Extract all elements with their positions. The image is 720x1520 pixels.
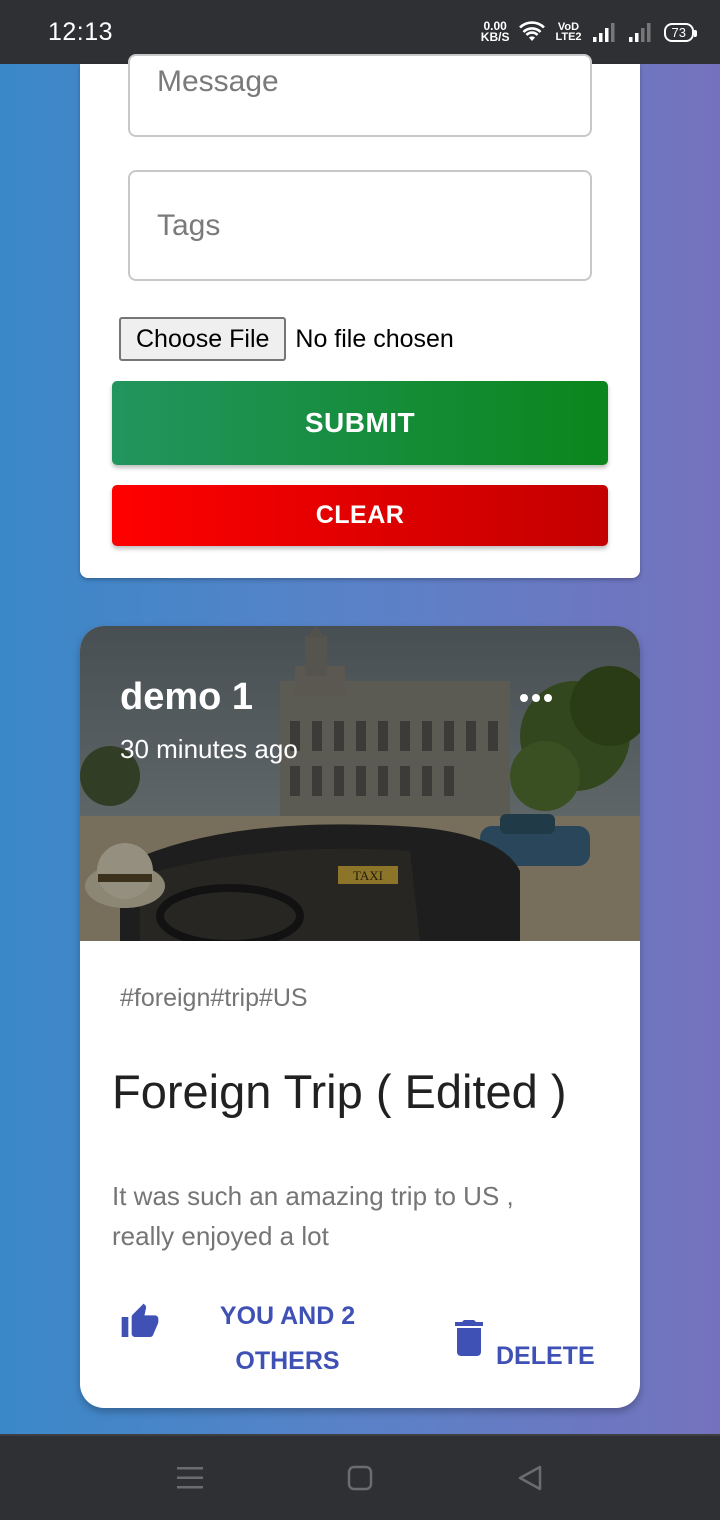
- clear-button[interactable]: CLEAR: [112, 485, 608, 546]
- menu-icon[interactable]: [175, 1463, 205, 1493]
- post-time: 30 minutes ago: [120, 734, 298, 764]
- home-icon[interactable]: [345, 1463, 375, 1493]
- back-icon[interactable]: [515, 1463, 545, 1493]
- message-field[interactable]: Message: [128, 54, 592, 137]
- more-options-icon[interactable]: [516, 686, 556, 710]
- delete-label[interactable]: DELETE: [496, 1342, 595, 1371]
- like-label-line1: YOU AND 2: [219, 1302, 356, 1330]
- battery-level: 73: [671, 24, 686, 40]
- thumb-up-icon: [121, 1303, 159, 1337]
- more-dot: [544, 694, 552, 702]
- message-placeholder: Message: [157, 65, 279, 98]
- tags-placeholder: Tags: [157, 208, 221, 242]
- post-title: Foreign Trip ( Edited ): [112, 1065, 567, 1118]
- battery-icon: 73: [663, 22, 698, 42]
- post-form: Message Tags Choose File No file chosen …: [80, 54, 640, 578]
- status-time: 12:13: [48, 17, 114, 46]
- file-status: No file chosen: [295, 324, 454, 353]
- tags-field[interactable]: Tags: [128, 170, 592, 281]
- post-card: TAXI demo 1 30 minutes ago #foreign#trip…: [80, 626, 640, 1408]
- choose-file-button[interactable]: Choose File: [119, 317, 287, 361]
- submit-button[interactable]: SUBMIT: [112, 381, 608, 465]
- post-author: demo 1: [120, 676, 254, 718]
- more-dot: [520, 694, 528, 702]
- volte-indicator: VoD LTE2: [555, 22, 582, 43]
- post-body: It was such an amazing trip to US , real…: [112, 1181, 514, 1251]
- volte-bottom: LTE2: [555, 31, 582, 43]
- post-image: TAXI demo 1 30 minutes ago: [80, 626, 640, 941]
- net-speed-unit: KB/S: [480, 30, 510, 44]
- net-speed-indicator: 0.00 KB/S: [480, 20, 510, 44]
- signal-icon-1: [592, 23, 615, 42]
- like-count-label[interactable]: YOU AND 2 OTHERS: [180, 1294, 395, 1384]
- more-dot: [532, 694, 540, 702]
- delete-button[interactable]: [454, 1320, 484, 1356]
- post-tags: #foreign#trip#US: [120, 984, 308, 1012]
- trash-icon: [455, 1320, 483, 1356]
- status-icons: 0.00 KB/S VoD LTE2 73: [480, 20, 698, 44]
- like-label-line2: OTHERS: [235, 1347, 340, 1375]
- wifi-icon: [519, 21, 546, 41]
- file-input: Choose File No file chosen: [119, 317, 454, 361]
- system-nav-bar: [0, 1434, 720, 1520]
- signal-icon-2: [628, 23, 651, 42]
- havana-street-image: TAXI: [80, 626, 640, 941]
- like-button[interactable]: [120, 1302, 160, 1342]
